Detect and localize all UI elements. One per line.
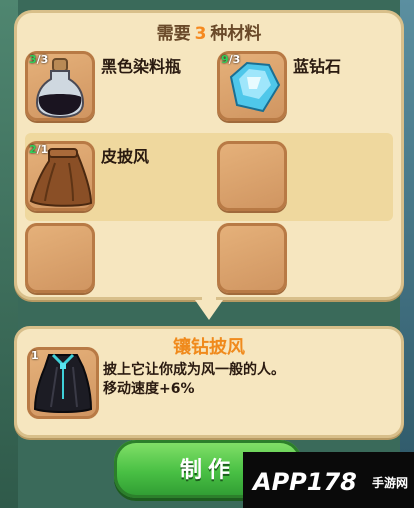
result-panel: 镶钻披风 1 披上它让你成为风一般的人。 移动速度+6% — [14, 326, 404, 438]
material-slot-blue-diamond[interactable]: 9/3 — [217, 51, 287, 121]
material-slot-empty[interactable] — [217, 141, 287, 211]
material-name-black-dye: 黑色染料瓶 — [101, 57, 182, 76]
header-prefix: 需要 — [156, 24, 191, 44]
material-slot-black-dye[interactable]: 3/3 — [25, 51, 95, 121]
material-name-blue-diamond: 蓝钻石 — [293, 57, 342, 76]
header-count: 3 — [194, 24, 207, 44]
material-slot-empty[interactable] — [25, 223, 95, 293]
materials-panel: 需要 3 种材料 3/3 黑色染料瓶 9/3 蓝钻石 2/1 皮披风 — [14, 10, 404, 300]
header-suffix: 种材料 — [210, 24, 262, 44]
result-count: 1 — [31, 349, 39, 362]
material-count: 9/3 — [221, 53, 241, 66]
material-name-leather-cape: 皮披风 — [101, 147, 150, 166]
description-line-1: 披上它让你成为风一般的人。 — [103, 362, 285, 378]
watermark-text: APP178 — [253, 468, 357, 496]
result-item-slot[interactable]: 1 — [27, 347, 99, 419]
description-line-2: 移动速度+6% — [103, 381, 195, 397]
material-slot-leather-cape[interactable]: 2/1 — [25, 141, 95, 211]
material-count: 2/1 — [29, 143, 49, 156]
material-count: 3/3 — [29, 53, 49, 66]
materials-header: 需要 3 种材料 — [17, 19, 401, 45]
down-arrow-icon — [195, 300, 223, 320]
watermark-subtext: 手游网 — [371, 476, 408, 490]
material-slot-empty[interactable] — [217, 223, 287, 293]
watermark: APP178 手游网 — [243, 452, 414, 508]
result-description: 披上它让你成为风一般的人。 移动速度+6% — [103, 361, 285, 399]
